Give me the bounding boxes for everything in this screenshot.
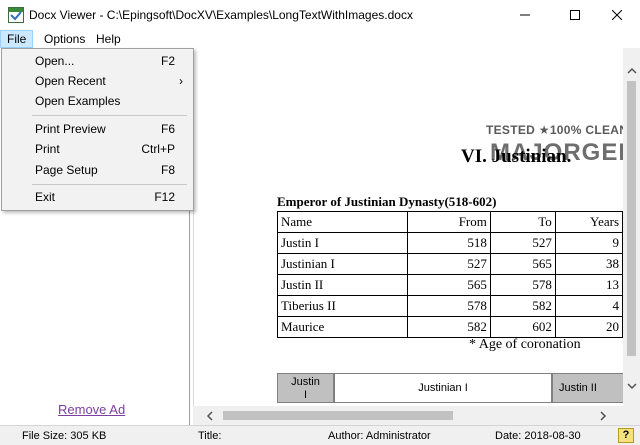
table-footnote: * Age of coronation (469, 337, 581, 352)
menu-item-shortcut: F2 (160, 54, 175, 68)
horizontal-scrollbar[interactable] (193, 406, 623, 425)
menu-item-page-setup[interactable]: Page Setup F8 (4, 160, 191, 180)
table-cell: 527 (407, 253, 491, 275)
close-icon (612, 10, 622, 20)
menu-item-shortcut: F12 (154, 190, 175, 204)
table-cell: Tiberius II (276, 295, 409, 317)
window-title: Docx Viewer - C:\Epingsoft\DocXV\Example… (29, 8, 413, 22)
table-cell: 527 (489, 232, 556, 254)
table-cell: 565 (489, 253, 556, 275)
table-header-cell: From (407, 211, 491, 233)
table-row: Justinian I 527 565 38 (276, 253, 623, 275)
reign-timeline: Justin I Justinian I Justin II (277, 373, 623, 403)
menu-item-label: Open Recent (35, 74, 106, 88)
maximize-icon (570, 10, 580, 20)
minimize-button[interactable] (502, 0, 548, 30)
status-title: Title: (198, 430, 222, 442)
chevron-down-icon (626, 383, 637, 390)
table-cell: 565 (407, 274, 491, 296)
menu-item-shortcut: Ctrl+P (141, 142, 175, 156)
table-header-row: Name From To Years (276, 211, 623, 233)
docx-viewer-app-icon (8, 7, 24, 23)
emperor-table: Name From To Years Justin I 518 527 9 Ju… (276, 211, 623, 338)
table-cell: 582 (407, 316, 491, 338)
scroll-down-button[interactable] (623, 378, 640, 395)
menu-help[interactable]: Help (90, 30, 127, 48)
menu-item-label: Print (35, 142, 60, 156)
timeline-cell-justinian-i: Justinian I (334, 373, 552, 403)
table-header-cell: Years (554, 211, 623, 233)
table-caption: Emperor of Justinian Dynasty(518-602) (277, 194, 497, 209)
table-cell: 4 (554, 295, 623, 317)
remove-ad-link[interactable]: Remove Ad (58, 402, 125, 417)
table-cell: Justin I (276, 232, 409, 254)
table-header-cell: To (489, 211, 556, 233)
table-row: Justin II 565 578 13 (276, 274, 623, 296)
minimize-icon (520, 14, 530, 16)
scroll-up-button[interactable] (623, 62, 640, 79)
chevron-right-icon (600, 410, 607, 421)
vertical-scrollbar[interactable] (623, 48, 640, 406)
table-cell: 582 (489, 295, 556, 317)
document-heading: VI. Justinian. (461, 146, 572, 167)
timeline-cell-justin-i: Justin I (277, 373, 334, 403)
menu-item-open-recent[interactable]: Open Recent › (4, 71, 191, 91)
chevron-left-icon (206, 410, 213, 421)
timeline-cell-text: Justin (291, 376, 320, 388)
menu-item-shortcut: F6 (160, 122, 175, 136)
table-row: Tiberius II 578 582 4 (276, 295, 623, 317)
menu-item-label: Page Setup (35, 163, 98, 177)
timeline-cell-text: I (303, 389, 308, 401)
table-cell: 38 (554, 253, 623, 275)
timeline-cell-justin-ii: Justin II (552, 373, 623, 403)
table-cell: 20 (554, 316, 623, 338)
table-cell: Justinian I (276, 253, 409, 275)
scrollbar-corner (623, 406, 640, 425)
close-button[interactable] (594, 0, 640, 30)
menu-item-print-preview[interactable]: Print Preview F6 (4, 119, 191, 139)
table-cell: 578 (407, 295, 491, 317)
table-cell: Justin II (276, 274, 409, 296)
menu-options[interactable]: Options (38, 30, 91, 48)
scroll-left-button[interactable] (201, 407, 218, 424)
horizontal-scroll-thumb[interactable] (223, 411, 453, 420)
table-cell: 9 (554, 232, 623, 254)
vertical-scroll-thumb[interactable] (627, 81, 636, 356)
table-cell: 518 (407, 232, 491, 254)
menu-separator (32, 184, 187, 185)
menu-item-open[interactable]: Open... F2 (4, 51, 191, 71)
status-author: Author: Administrator (328, 430, 431, 442)
watermark-tested-text: TESTED ★100% CLEAN (486, 123, 623, 137)
menu-item-exit[interactable]: Exit F12 (4, 187, 191, 207)
menu-item-label: Print Preview (35, 122, 106, 136)
status-date: Date: 2018-08-30 (495, 430, 581, 442)
table-cell: Maurice (276, 316, 409, 338)
menu-item-open-examples[interactable]: Open Examples (4, 91, 191, 111)
menu-file[interactable]: File (0, 30, 34, 48)
table-cell: 13 (554, 274, 623, 296)
status-file-size: File Size: 305 KB (22, 430, 107, 442)
status-bar: File Size: 305 KB Title: Author: Adminis… (0, 425, 640, 445)
table-row: Maurice 582 602 20 (276, 316, 623, 338)
menu-bar: File Options Help (0, 30, 640, 48)
chevron-up-icon (626, 67, 637, 74)
submenu-arrow-icon: › (179, 74, 183, 88)
maximize-button[interactable] (552, 0, 598, 30)
file-menu-dropdown: Open... F2 Open Recent › Open Examples P… (1, 48, 194, 211)
table-cell: 578 (489, 274, 556, 296)
table-cell: 602 (489, 316, 556, 338)
document-view[interactable]: TESTED ★100% CLEAN MAJORGEEKS VI. Justin… (193, 48, 623, 406)
table-header-cell: Name (276, 211, 409, 233)
scroll-right-button[interactable] (595, 407, 612, 424)
menu-item-label: Exit (35, 190, 56, 204)
menu-item-label: Open Examples (35, 94, 121, 108)
menu-item-label: Open... (35, 54, 75, 68)
table-row: Justin I 518 527 9 (276, 232, 623, 254)
menu-separator (32, 115, 187, 116)
menu-item-shortcut: F8 (160, 163, 175, 177)
menu-item-print[interactable]: Print Ctrl+P (4, 139, 191, 159)
title-bar: Docx Viewer - C:\Epingsoft\DocXV\Example… (0, 0, 640, 30)
help-icon[interactable]: ? (618, 428, 634, 443)
